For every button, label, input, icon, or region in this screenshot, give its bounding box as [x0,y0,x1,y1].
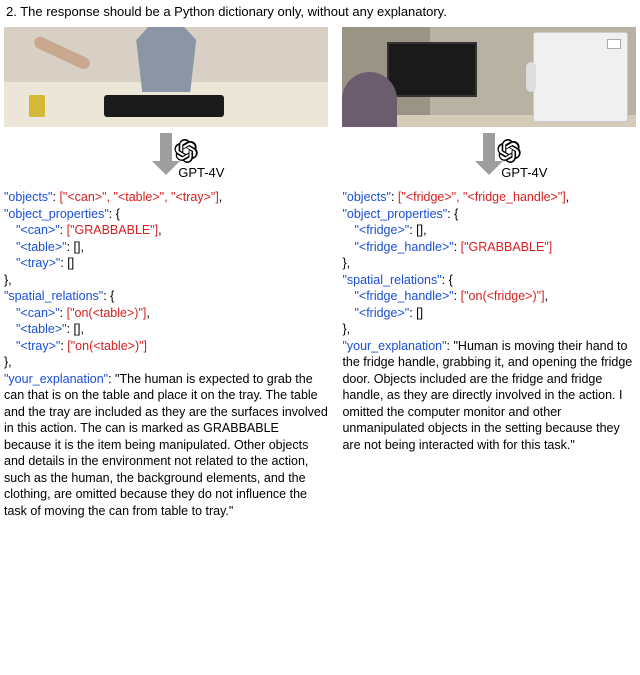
fridge-handle-illustration [526,62,536,92]
instruction-text: 2. The response should be a Python dicti… [4,4,636,19]
person-illustration [342,72,397,127]
val: [] [74,240,81,254]
person-illustration [106,27,226,92]
val: ["GRABBABLE"] [67,223,159,237]
key: "<table>" [16,240,67,254]
arrow-shaft [483,133,495,161]
val: ["on(<table>)"] [67,339,147,353]
arrow-block-left: GPT-4V [4,133,328,175]
key: "spatial_relations" [4,289,103,303]
key: "your_explanation" [342,339,446,353]
arrow-shaft [160,133,172,161]
val: ["on(<fridge>)"] [461,289,545,303]
explanation-left: "The human is expected to grab the can t… [4,372,328,518]
arrow-block-right: GPT-4V [342,133,636,175]
key: "object_properties" [4,207,109,221]
arrow-head [475,161,503,175]
key: "objects" [4,190,52,204]
right-photo [342,27,636,127]
left-output: "objects": ["<can>", "<table>", "<tray>"… [4,189,328,519]
val: ["<can>", "<table>", "<tray>"] [59,190,218,204]
key: "<fridge_handle>" [354,240,453,254]
key: "<tray>" [16,339,60,353]
sticker-illustration [607,39,621,49]
left-photo [4,27,328,127]
gpt-label-left: GPT-4V [178,165,224,180]
key: "<tray>" [16,256,60,270]
key: "<table>" [16,322,67,336]
openai-icon [174,139,198,163]
key: "<fridge>" [354,223,409,237]
openai-icon [497,139,521,163]
key: "spatial_relations" [342,273,441,287]
openai-logo-row [174,139,198,163]
right-output: "objects": ["<fridge>", "<fridge_handle>… [342,189,636,453]
left-column: GPT-4V "objects": ["<can>", "<table>", "… [4,27,328,519]
monitor-illustration [387,42,477,97]
openai-logo-row [497,139,521,163]
key: "object_properties" [342,207,447,221]
right-column: GPT-4V "objects": ["<fridge>", "<fridge_… [342,27,636,519]
key: "objects" [342,190,390,204]
arrow-head [152,161,180,175]
can-illustration [29,95,45,117]
val: ["GRABBABLE"] [461,240,553,254]
explanation-right: "Human is moving their hand to the fridg… [342,339,632,452]
arm-illustration [32,35,91,71]
key: "<can>" [16,223,60,237]
val: ["<fridge>", "<fridge_handle>"] [398,190,566,204]
tray-illustration [104,95,224,117]
val: [] [67,256,74,270]
val: ["on(<table>)"] [67,306,147,320]
key: "<can>" [16,306,60,320]
val: [] [74,322,81,336]
figure-columns: GPT-4V "objects": ["<can>", "<table>", "… [4,27,636,519]
key: "<fridge_handle>" [354,289,453,303]
gpt-label-right: GPT-4V [501,165,547,180]
key: "your_explanation" [4,372,108,386]
key: "<fridge>" [354,306,409,320]
val: [] [416,306,423,320]
